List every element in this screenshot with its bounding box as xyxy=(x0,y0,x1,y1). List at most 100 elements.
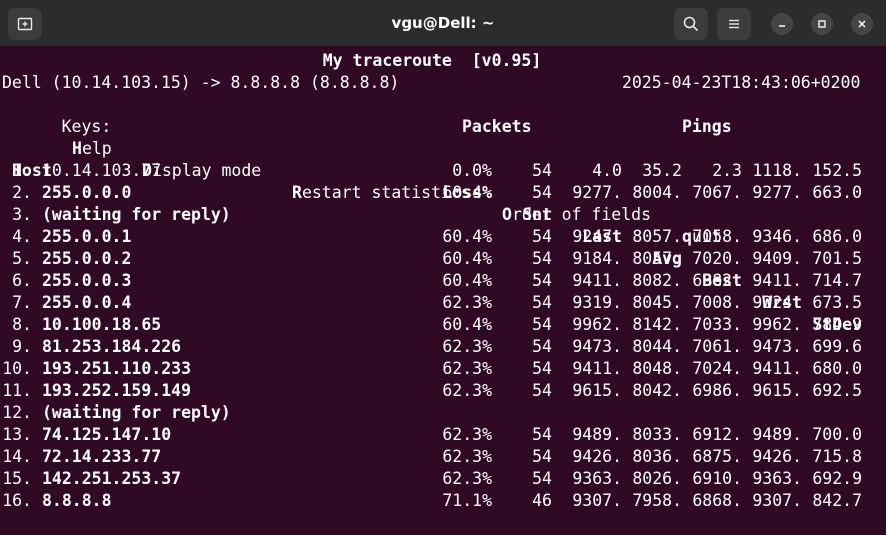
hop-avg: 7958. xyxy=(632,491,682,510)
hop-number: 8. xyxy=(12,315,32,334)
hop-wrst: 9411. xyxy=(752,271,802,290)
hop-host: 10.100.18.65 xyxy=(42,315,162,334)
terminal-area[interactable]: My traceroute [v0.95] Dell (10.14.103.15… xyxy=(0,46,886,535)
hop-stdev: 152.5 xyxy=(812,161,862,180)
hop-snt: 54 xyxy=(532,447,552,466)
maximize-button[interactable] xyxy=(811,13,833,35)
hop-loss: 62.3% xyxy=(442,447,492,466)
hop-host: 255.0.0.4 xyxy=(42,293,132,312)
hop-snt: 54 xyxy=(532,381,552,400)
hop-best: 7061. xyxy=(692,337,742,356)
hop-wrst: 9473. xyxy=(752,337,802,356)
table-row: 11. 193.252.159.149 62.3% 54 9615. 8042. 6986.… xyxy=(0,380,886,402)
hop-avg: 8048. xyxy=(632,359,682,378)
hop-stdev: 700.0 xyxy=(812,425,862,444)
table-row: 4. 255.0.0.1 60.4% 54 9247. 8057. 7058. 9346. 68… xyxy=(0,226,886,248)
hop-wrst: 9489. xyxy=(752,425,802,444)
hop-stdev: 663.0 xyxy=(812,183,862,202)
hop-snt: 54 xyxy=(532,469,552,488)
hop-stdev: 784.9 xyxy=(812,315,862,334)
menu-button[interactable] xyxy=(717,8,751,40)
minimize-button[interactable] xyxy=(771,13,793,35)
hop-avg: 8082. xyxy=(632,271,682,290)
hop-wrst: 1118. xyxy=(752,161,802,180)
keys-bar: Keys: Help Display mode Restart statisti… xyxy=(2,94,722,246)
hop-loss: 71.1% xyxy=(442,491,492,510)
table-row: 7. 255.0.0.4 62.3% 54 9319. 8045. 7008. 9324. 67… xyxy=(0,292,886,314)
hop-stdev: 714.7 xyxy=(812,271,862,290)
table-row: 16. 8.8.8.8 71.1% 46 9307. 7958. 6868. 9307. 842… xyxy=(0,490,886,512)
hop-best: 6982. xyxy=(692,271,742,290)
hop-number: 5. xyxy=(12,249,32,268)
hop-number: 15. xyxy=(2,469,32,488)
table-row: 15. 142.251.253.37 62.3% 54 9363. 8026. 6910. 9… xyxy=(0,468,886,490)
hop-wrst: 9277. xyxy=(752,183,802,202)
packets-group-header: Packets xyxy=(462,117,532,136)
hop-avg: 8004. xyxy=(632,183,682,202)
hop-best: 6912. xyxy=(692,425,742,444)
hop-host: (waiting for reply) xyxy=(42,403,231,422)
hop-last: 9615. xyxy=(572,381,622,400)
hop-last: 9184. xyxy=(572,249,622,268)
hop-avg: 8044. xyxy=(632,337,682,356)
table-row: 10. 193.251.110.233 62.3% 54 9411. 8048. 7024.… xyxy=(0,358,886,380)
hop-number: 11. xyxy=(2,381,32,400)
hop-loss: 60.4% xyxy=(442,227,492,246)
hop-snt: 54 xyxy=(532,359,552,378)
hamburger-menu-icon xyxy=(729,19,739,29)
hop-wrst: 9411. xyxy=(752,359,802,378)
hop-host: 255.0.0.1 xyxy=(42,227,132,246)
terminal-window: vgu@Dell: ~ My traceroute [v0.95] Dell (… xyxy=(0,0,886,535)
hop-stdev: 842.7 xyxy=(812,491,862,510)
hop-stdev: 680.0 xyxy=(812,359,862,378)
hop-loss: 62.3% xyxy=(442,293,492,312)
hop-best: 2.3 xyxy=(712,161,742,180)
hop-loss: 62.3% xyxy=(442,359,492,378)
hop-loss: 60.4% xyxy=(442,183,492,202)
close-icon xyxy=(858,20,866,28)
hop-host: 255.0.0.3 xyxy=(42,271,132,290)
window-title: vgu@Dell: ~ xyxy=(391,14,495,32)
hop-best: 7033. xyxy=(692,315,742,334)
table-row: 14. 72.14.233.77 62.3% 54 9426. 8036. 6875. 942… xyxy=(0,446,886,468)
title-bar: vgu@Dell: ~ xyxy=(0,0,886,46)
hop-number: 9. xyxy=(12,337,32,356)
hop-best: 6868. xyxy=(692,491,742,510)
hop-avg: 8045. xyxy=(632,293,682,312)
hop-last: 9363. xyxy=(572,469,622,488)
hop-snt: 54 xyxy=(532,315,552,334)
hop-number: 4. xyxy=(12,227,32,246)
hop-avg: 8042. xyxy=(632,381,682,400)
hop-best: 7008. xyxy=(692,293,742,312)
hop-number: 16. xyxy=(2,491,32,510)
table-row: 6. 255.0.0.3 60.4% 54 9411. 8082. 6982. 9411. 71… xyxy=(0,270,886,292)
hop-number: 6. xyxy=(12,271,32,290)
hop-number: 12. xyxy=(2,403,32,422)
pings-group-header: Pings xyxy=(682,117,732,136)
table-row: 2. 255.0.0.0 60.4% 54 9277. 8004. 7067. 9277. 66… xyxy=(0,182,886,204)
hop-wrst: 9962. xyxy=(752,315,802,334)
hop-number: 13. xyxy=(2,425,32,444)
table-row: 12. (waiting for reply) xyxy=(0,402,886,424)
hop-wrst: 9307. xyxy=(752,491,802,510)
table-row: 13. 74.125.147.10 62.3% 54 9489. 8033. 6912. 94… xyxy=(0,424,886,446)
hop-avg: 8026. xyxy=(632,469,682,488)
hop-number: 10. xyxy=(2,359,32,378)
hop-snt: 54 xyxy=(532,249,552,268)
table-row: 1. 10.14.103.77 0.0% 54 4.0 35.2 2.3 1118. 152.5 xyxy=(0,160,886,182)
hop-number: 14. xyxy=(2,447,32,466)
app-title: My traceroute [v0.95] xyxy=(322,51,542,70)
keys-label: Keys: xyxy=(61,117,112,136)
hop-host: 193.252.159.149 xyxy=(42,381,192,400)
hop-host: 8.8.8.8 xyxy=(42,491,112,510)
hop-snt: 54 xyxy=(532,271,552,290)
hop-best: 6986. xyxy=(692,381,742,400)
hop-best: 7067. xyxy=(692,183,742,202)
hop-avg: 8057. xyxy=(632,249,682,268)
hop-last: 9411. xyxy=(572,271,622,290)
hop-number: 1. xyxy=(12,161,32,180)
table-row: 9. 81.253.184.226 62.3% 54 9473. 8044. 7061. 94… xyxy=(0,336,886,358)
hop-avg: 8057. xyxy=(632,227,682,246)
close-button[interactable] xyxy=(851,13,873,35)
search-button[interactable] xyxy=(674,8,708,40)
